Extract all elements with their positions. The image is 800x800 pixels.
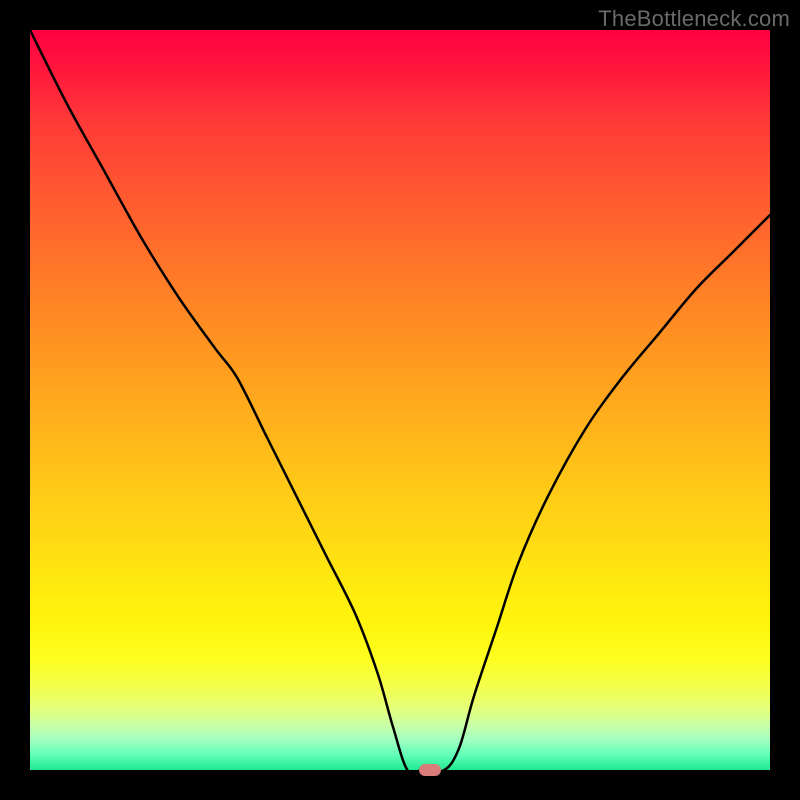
- chart-frame: TheBottleneck.com: [0, 0, 800, 800]
- watermark-text: TheBottleneck.com: [598, 6, 790, 32]
- optimum-marker: [419, 764, 441, 776]
- bottleneck-curve: [30, 30, 770, 770]
- plot-area: [30, 30, 770, 770]
